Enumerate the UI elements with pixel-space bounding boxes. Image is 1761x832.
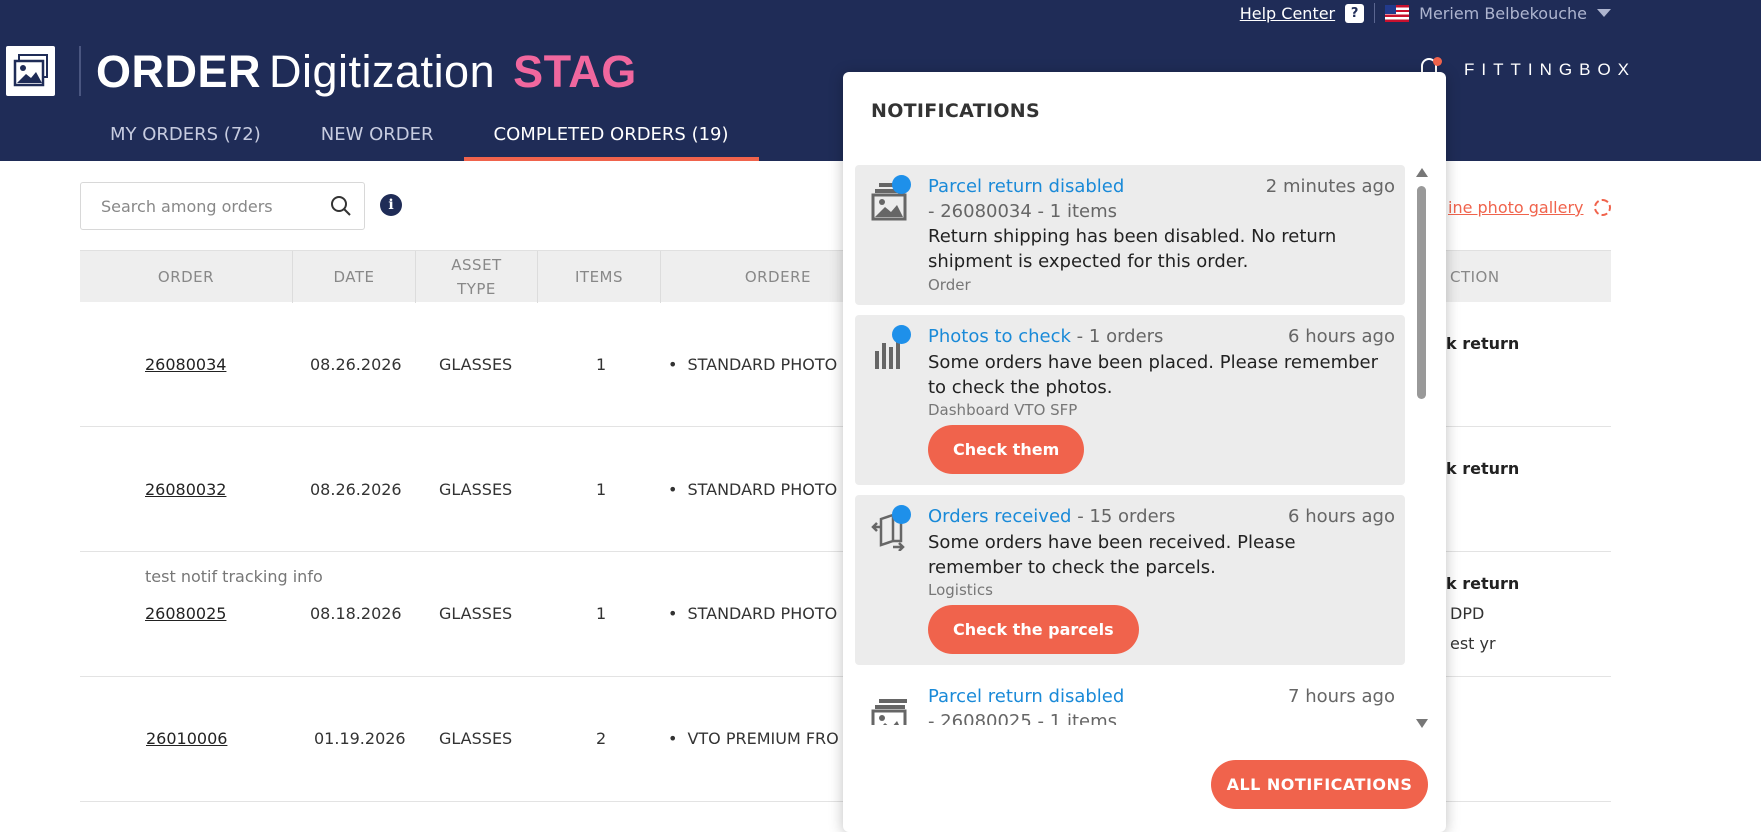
column-header-ordered[interactable]: ORDERE <box>661 251 811 303</box>
app-title: ORDER Digitization STAG <box>96 46 637 98</box>
notification-category: Order <box>928 276 971 294</box>
notification-title[interactable]: Parcel return disabled <box>928 176 1124 197</box>
notification-meta: - 15 orders <box>1077 506 1176 527</box>
notification-time: 7 hours ago <box>1288 686 1395 707</box>
asset-type: GLASSES <box>439 480 513 499</box>
notification-item[interactable]: Photos to check - 1 orders 6 hours ago S… <box>855 315 1405 485</box>
search-box <box>80 182 365 230</box>
notification-meta: - 26080025 - 1 items <box>928 711 1117 725</box>
divider <box>79 46 81 96</box>
notification-title[interactable]: Photos to check <box>928 326 1071 347</box>
asset-type: GLASSES <box>439 355 513 374</box>
app-title-light: Digitization <box>269 46 496 97</box>
info-icon[interactable]: i <box>380 194 402 216</box>
notification-meta: - 26080034 - 1 items <box>928 201 1117 222</box>
column-header-asset-type[interactable]: ASSET TYPE <box>416 251 538 303</box>
order-date: 01.19.2026 <box>314 729 406 748</box>
order-date: 08.26.2026 <box>310 355 402 374</box>
column-header-order[interactable]: ORDER <box>80 251 293 303</box>
order-number-link[interactable]: 26010006 <box>146 729 227 748</box>
notification-category: Logistics <box>928 581 993 599</box>
row-action[interactable]: k return <box>1446 574 1519 593</box>
tab-completed-orders[interactable]: COMPLETED ORDERS (19) <box>463 117 759 161</box>
chevron-down-icon[interactable] <box>1597 9 1611 17</box>
notification-dot <box>1433 57 1442 66</box>
order-number-link[interactable]: 26080032 <box>145 480 226 499</box>
top-bar: Help Center ? Meriem Belbekouche <box>1240 0 1611 26</box>
scroll-thumb[interactable] <box>1417 186 1426 399</box>
app-title-strong: ORDER <box>96 46 262 97</box>
column-header-asset-type-line2: TYPE <box>457 280 496 298</box>
notifications-list[interactable]: Parcel return disabled 2 minutes ago - 2… <box>855 165 1413 725</box>
notification-category: Dashboard VTO SFP <box>928 401 1078 419</box>
ordered-product: STANDARD PHOTO <box>668 355 837 374</box>
tab-my-orders[interactable]: MY ORDERS (72) <box>80 117 291 161</box>
order-date: 08.18.2026 <box>310 604 402 623</box>
column-header-items[interactable]: ITEMS <box>538 251 661 303</box>
asset-type: GLASSES <box>439 604 513 623</box>
row-action[interactable]: k return <box>1446 334 1519 353</box>
scrollbar[interactable] <box>1414 168 1428 728</box>
items-count: 1 <box>596 480 607 499</box>
help-center-link[interactable]: Help Center <box>1240 4 1335 23</box>
items-count: 2 <box>596 729 607 748</box>
ordered-product: VTO PREMIUM FRO <box>668 729 838 748</box>
column-header-action[interactable]: CTION <box>1450 251 1570 303</box>
scroll-up-arrow-icon[interactable] <box>1416 168 1428 177</box>
asset-type: GLASSES <box>439 729 513 748</box>
check-parcels-button[interactable]: Check the parcels <box>928 605 1139 654</box>
unread-dot <box>892 505 911 524</box>
photo-gallery-link[interactable]: ine photo gallery <box>1448 198 1584 217</box>
check-them-button[interactable]: Check them <box>928 425 1085 474</box>
refresh-icon[interactable] <box>1594 199 1611 216</box>
notification-time: 6 hours ago <box>1288 326 1395 347</box>
order-number-link[interactable]: 26080034 <box>145 355 226 374</box>
app-logo-icon[interactable] <box>6 46 55 96</box>
notification-meta: - 1 orders <box>1076 326 1164 347</box>
user-name[interactable]: Meriem Belbekouche <box>1419 4 1587 23</box>
carrier-label: DPD <box>1450 604 1485 623</box>
notification-time: 2 minutes ago <box>1265 176 1395 197</box>
notification-title[interactable]: Orders received <box>928 506 1071 527</box>
search-input[interactable] <box>101 196 330 216</box>
notifications-panel: NOTIFICATIONS Parcel return disabled 2 m… <box>843 72 1446 832</box>
unread-dot <box>892 175 911 194</box>
items-count: 1 <box>596 604 607 623</box>
tracking-label: est yr <box>1450 634 1496 653</box>
image-stack-icon <box>871 699 907 725</box>
notification-title[interactable]: Parcel return disabled <box>928 686 1124 707</box>
us-flag-icon[interactable] <box>1385 4 1410 22</box>
main-tabs: MY ORDERS (72) NEW ORDER COMPLETED ORDER… <box>80 117 759 161</box>
divider <box>1374 3 1376 23</box>
order-note: test notif tracking info <box>145 567 323 586</box>
all-notifications-button[interactable]: ALL NOTIFICATIONS <box>1211 760 1428 809</box>
notification-body: Some orders have been placed. Please rem… <box>928 352 1379 398</box>
notification-body: Some orders have been received. Please r… <box>928 532 1296 578</box>
notification-title-line: Photos to check - 1 orders <box>928 326 1163 347</box>
notification-item[interactable]: Parcel return disabled 7 hours ago - 260… <box>855 675 1405 725</box>
help-icon[interactable]: ? <box>1345 3 1365 23</box>
notification-title-line: Orders received - 15 orders <box>928 506 1175 527</box>
column-header-asset-type-line1: ASSET <box>451 256 502 274</box>
column-header-date[interactable]: DATE <box>293 251 416 303</box>
row-action[interactable]: k return <box>1446 459 1519 478</box>
tab-new-order[interactable]: NEW ORDER <box>291 117 464 161</box>
ordered-product: STANDARD PHOTO <box>668 480 837 499</box>
notifications-title: NOTIFICATIONS <box>871 100 1040 122</box>
notification-time: 6 hours ago <box>1288 506 1395 527</box>
notification-item[interactable]: Parcel return disabled 2 minutes ago - 2… <box>855 165 1405 305</box>
notification-item[interactable]: Orders received - 15 orders 6 hours ago … <box>855 495 1405 665</box>
order-date: 08.26.2026 <box>310 480 402 499</box>
ordered-product: STANDARD PHOTO <box>668 604 837 623</box>
brand-logo: FITTINGBOX <box>1464 60 1636 79</box>
environment-badge: STAG <box>513 46 637 97</box>
scroll-down-arrow-icon[interactable] <box>1416 719 1428 728</box>
items-count: 1 <box>596 355 607 374</box>
search-icon[interactable] <box>330 195 352 217</box>
unread-dot <box>892 325 911 344</box>
notification-body: Return shipping has been disabled. No re… <box>928 226 1337 272</box>
order-number-link[interactable]: 26080025 <box>145 604 226 623</box>
